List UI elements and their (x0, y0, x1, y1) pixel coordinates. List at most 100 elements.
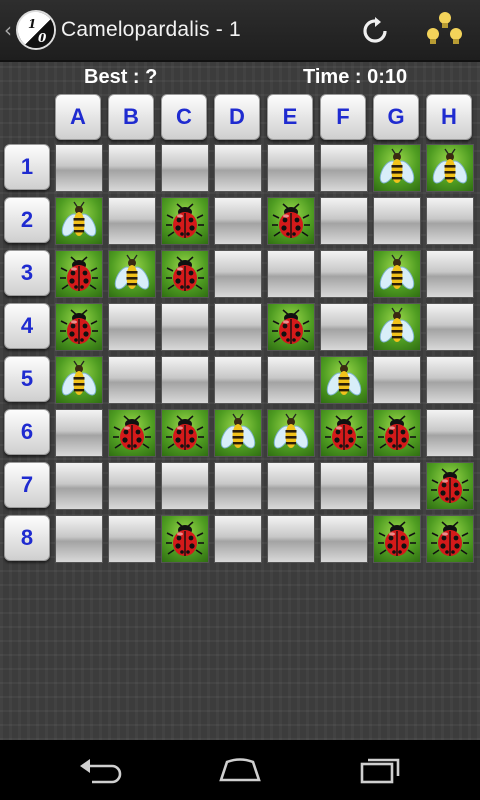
grid-cell-a7-empty[interactable] (55, 462, 103, 510)
grid-cell-f4-empty[interactable] (320, 303, 368, 351)
grid-cell-b3-bee[interactable] (108, 250, 156, 298)
grid-cell-h5-empty[interactable] (426, 356, 474, 404)
grid-cell-f5-bee[interactable] (320, 356, 368, 404)
grid-cell-g2-empty[interactable] (373, 197, 421, 245)
grid-cell-e8-empty[interactable] (267, 515, 315, 563)
grid-cell-a3-ladybug[interactable] (55, 250, 103, 298)
column-header-a[interactable]: A (55, 94, 101, 140)
grid-cell-c3-ladybug[interactable] (161, 250, 209, 298)
grid-cell-f6-ladybug[interactable] (320, 409, 368, 457)
grid-cell-g3-bee[interactable] (373, 250, 421, 298)
grid-cell-e1-empty[interactable] (267, 144, 315, 192)
row-header-5[interactable]: 5 (4, 356, 50, 402)
grid-cell-b8-empty[interactable] (108, 515, 156, 563)
grid-cell-c6-ladybug[interactable] (161, 409, 209, 457)
grid-cell-h4-empty[interactable] (426, 303, 474, 351)
grid-cell-a5-bee[interactable] (55, 356, 103, 404)
grid-cell-a1-empty[interactable] (55, 144, 103, 192)
column-header-e[interactable]: E (267, 94, 313, 140)
recent-apps-icon (360, 758, 400, 784)
grid-cell-e7-empty[interactable] (267, 462, 315, 510)
grid-cell-a2-bee[interactable] (55, 197, 103, 245)
row-header-3[interactable]: 3 (4, 250, 50, 296)
recent-apps-button[interactable] (356, 752, 404, 788)
row-header-4[interactable]: 4 (4, 303, 50, 349)
up-caret-icon[interactable]: ‹ (4, 18, 12, 42)
grid-cell-c8-ladybug[interactable] (161, 515, 209, 563)
grid-cell-g8-ladybug[interactable] (373, 515, 421, 563)
hint-button[interactable] (420, 8, 470, 54)
lightbulbs-icon (427, 12, 462, 44)
grid-cell-b7-empty[interactable] (108, 462, 156, 510)
grid-cell-h8-ladybug[interactable] (426, 515, 474, 563)
row-header-2[interactable]: 2 (4, 197, 50, 243)
grid-cell-d3-empty[interactable] (214, 250, 262, 298)
column-header-d[interactable]: D (214, 94, 260, 140)
row-header-6[interactable]: 6 (4, 409, 50, 455)
grid-cell-g6-ladybug[interactable] (373, 409, 421, 457)
grid-cell-c4-empty[interactable] (161, 303, 209, 351)
grid-cell-f7-empty[interactable] (320, 462, 368, 510)
grid-cell-f2-empty[interactable] (320, 197, 368, 245)
refresh-button[interactable] (356, 12, 394, 50)
grid-cell-h1-bee[interactable] (426, 144, 474, 192)
ladybug-icon (272, 309, 310, 344)
grid-cell-a6-empty[interactable] (55, 409, 103, 457)
column-header-c[interactable]: C (161, 94, 207, 140)
grid-cell-h6-empty[interactable] (426, 409, 474, 457)
row-header-7[interactable]: 7 (4, 462, 50, 508)
grid-cell-d7-empty[interactable] (214, 462, 262, 510)
grid-cell-e4-ladybug[interactable] (267, 303, 315, 351)
home-button[interactable] (216, 752, 264, 788)
action-bar: ‹ 1 0 Camelopardalis - 1 (0, 0, 480, 62)
bee-icon (220, 413, 256, 449)
grid-cell-e2-ladybug[interactable] (267, 197, 315, 245)
bee-icon (432, 148, 468, 184)
bee-icon (273, 413, 309, 449)
grid-cell-e5-empty[interactable] (267, 356, 315, 404)
grid-cell-g4-bee[interactable] (373, 303, 421, 351)
grid-cell-b6-ladybug[interactable] (108, 409, 156, 457)
grid-cell-d4-empty[interactable] (214, 303, 262, 351)
grid-cell-d8-empty[interactable] (214, 515, 262, 563)
grid-cell-d1-empty[interactable] (214, 144, 262, 192)
grid-cell-f1-empty[interactable] (320, 144, 368, 192)
grid-cell-d6-bee[interactable] (214, 409, 262, 457)
ladybug-icon (60, 256, 98, 291)
grid-cell-f8-empty[interactable] (320, 515, 368, 563)
column-header-b[interactable]: B (108, 94, 154, 140)
column-header-f[interactable]: F (320, 94, 366, 140)
grid-cell-b2-empty[interactable] (108, 197, 156, 245)
grid-cell-b5-empty[interactable] (108, 356, 156, 404)
column-header-g[interactable]: G (373, 94, 419, 140)
grid-cell-c5-empty[interactable] (161, 356, 209, 404)
grid-cell-d5-empty[interactable] (214, 356, 262, 404)
grid-cell-b4-empty[interactable] (108, 303, 156, 351)
grid-cell-g7-empty[interactable] (373, 462, 421, 510)
grid-cell-h7-ladybug[interactable] (426, 462, 474, 510)
ladybug-icon (113, 415, 151, 450)
row-header-8[interactable]: 8 (4, 515, 50, 561)
grid-cell-a4-ladybug[interactable] (55, 303, 103, 351)
grid-cell-c1-empty[interactable] (161, 144, 209, 192)
grid-cell-d2-empty[interactable] (214, 197, 262, 245)
grid-cell-f3-empty[interactable] (320, 250, 368, 298)
grid-cell-e3-empty[interactable] (267, 250, 315, 298)
grid-cell-h2-empty[interactable] (426, 197, 474, 245)
grid-cell-c2-ladybug[interactable] (161, 197, 209, 245)
grid-cell-e6-bee[interactable] (267, 409, 315, 457)
bee-icon (379, 254, 415, 290)
bee-icon (379, 307, 415, 343)
row-header-1[interactable]: 1 (4, 144, 50, 190)
grid-cell-g5-empty[interactable] (373, 356, 421, 404)
grid-cell-c7-empty[interactable] (161, 462, 209, 510)
grid-cell-a8-empty[interactable] (55, 515, 103, 563)
grid-cell-b1-empty[interactable] (108, 144, 156, 192)
elapsed-time: Time : 0:10 (303, 66, 408, 88)
grid-cell-g1-bee[interactable] (373, 144, 421, 192)
app-logo-icon[interactable]: 1 0 (16, 10, 56, 50)
back-button[interactable] (76, 752, 124, 788)
grid-cell-h3-empty[interactable] (426, 250, 474, 298)
column-header-h[interactable]: H (426, 94, 472, 140)
bee-icon (61, 360, 97, 396)
